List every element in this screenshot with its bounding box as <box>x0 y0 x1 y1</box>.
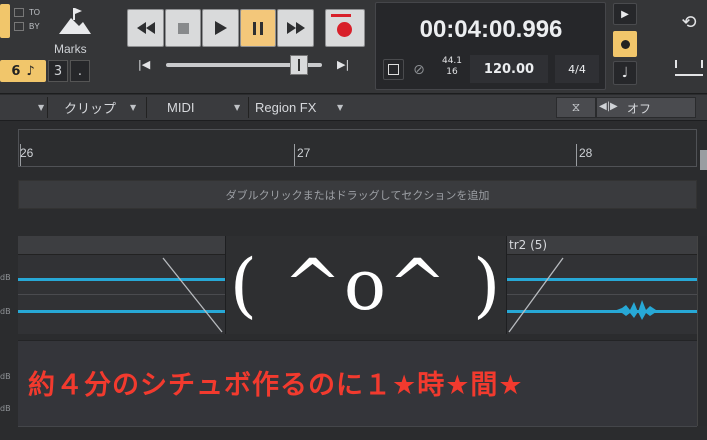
region-fx-label: Region FX <box>255 100 317 115</box>
pause-button[interactable] <box>240 9 276 47</box>
pause-icon <box>253 21 263 35</box>
record-dot-icon <box>620 39 630 49</box>
ruler-tick <box>294 144 295 166</box>
transport-panel: TO BY 6 ♪ 3 . Marks |◀ ▶| 00:04:00.996 ⊘… <box>0 0 707 94</box>
rewind-icon <box>136 22 155 34</box>
tempo-value: 120.00 <box>483 61 535 77</box>
to-label: TO <box>29 8 40 17</box>
clip-header-left[interactable] <box>18 236 225 255</box>
metronome-icon: ♩ <box>621 65 629 81</box>
eighth-note-icon: ♪ <box>26 63 35 79</box>
emoticon-text: ( ^o^ ) <box>229 244 503 326</box>
emoticon-overlay: ( ^o^ ) <box>225 236 507 334</box>
meter-value: 4/4 <box>568 62 586 76</box>
position-slider-thumb[interactable] <box>290 55 308 75</box>
rewind-button[interactable] <box>127 9 164 47</box>
sample-rate: 44.1 <box>441 56 463 66</box>
fade-out-line[interactable] <box>158 256 228 334</box>
track-view-toolbar: ▼ クリップ ▼ MIDI ▼ Region FX ▼ ⧖ ◀|▶ オフ <box>0 95 707 121</box>
tempo-field[interactable]: 120.00 <box>470 55 548 83</box>
section-hint: ダブルクリックまたはドラッグしてセクションを追加 <box>225 188 490 202</box>
ruler-label-28: 28 <box>579 146 593 160</box>
audio-format: 44.1 16 <box>438 56 466 82</box>
clip-menu[interactable]: クリップ ▼ <box>47 97 143 118</box>
bit-depth: 16 <box>446 67 458 77</box>
fade-in-line[interactable] <box>507 256 567 334</box>
by-checkbox[interactable] <box>14 22 24 31</box>
record-icon <box>331 14 359 42</box>
marks-label: Marks <box>54 42 87 56</box>
clip-name: tr2 (5) <box>509 238 548 252</box>
by-label: BY <box>29 22 40 31</box>
split-arrows-icon: ◀|▶ <box>599 101 618 112</box>
snap-icon[interactable]: ⧖ <box>556 97 596 118</box>
ruler-label-26: 26 <box>20 146 34 160</box>
caption-text: 約４分のシチュボ作るのに１★時★間★ <box>28 369 524 401</box>
stop-icon <box>177 22 189 34</box>
chevron-down-icon: ▼ <box>130 103 137 112</box>
chevron-down-icon[interactable]: ▼ <box>38 103 44 112</box>
play-small-icon: ▶ <box>621 8 629 20</box>
chevron-down-icon: ▼ <box>337 103 344 112</box>
caption-overlay: 約４分のシチュボ作るのに１★時★間★ <box>28 358 688 406</box>
sync-off-icon[interactable]: ⊘ <box>407 59 431 80</box>
db-label: dB <box>0 404 11 413</box>
cpu-meter-icon[interactable] <box>383 59 404 80</box>
to-checkbox[interactable] <box>14 8 24 17</box>
metronome-button[interactable]: ♩ <box>613 61 637 85</box>
midi-menu-label: MIDI <box>167 100 195 115</box>
db-label: dB <box>0 307 11 316</box>
db-label: dB <box>0 372 11 381</box>
ruler-label-27: 27 <box>297 146 311 160</box>
record-button[interactable] <box>325 9 365 47</box>
time-display[interactable]: 00:04:00.996 <box>378 12 604 48</box>
fast-forward-button[interactable] <box>277 9 314 47</box>
dotted-text: . <box>77 63 83 79</box>
vertical-scrollbar[interactable] <box>697 236 707 426</box>
track-footer <box>18 426 697 440</box>
arranger-section-bar[interactable]: ダブルクリックまたはドラッグしてセクションを追加 <box>18 180 697 209</box>
play-button[interactable] <box>202 9 239 47</box>
small-play-button[interactable]: ▶ <box>613 3 637 25</box>
auto-punch-button[interactable] <box>613 31 637 57</box>
go-to-start-icon[interactable]: |◀ <box>138 58 150 71</box>
db-label: dB <box>0 273 11 282</box>
note-value-text: 6 <box>11 63 21 79</box>
waveform-burst <box>614 300 664 320</box>
time-ruler[interactable] <box>18 129 697 167</box>
dotted-toggle[interactable]: . <box>70 60 90 82</box>
meter-field[interactable]: 4/4 <box>555 55 599 83</box>
loop-marker-toggle[interactable] <box>0 4 10 38</box>
beat-division-field[interactable]: 3 <box>48 60 68 82</box>
note-value-button[interactable]: 6 ♪ <box>0 60 46 82</box>
play-icon <box>214 21 227 35</box>
punch-range-icon[interactable] <box>675 52 703 76</box>
snap-mode-value: オフ <box>627 102 652 116</box>
ruler-tick <box>576 144 577 166</box>
loop-icon[interactable]: ⟲ <box>675 10 703 34</box>
clip-menu-label: クリップ <box>64 101 117 116</box>
fast-forward-icon <box>286 22 305 34</box>
chevron-down-icon: ▼ <box>234 103 241 112</box>
scroll-handle[interactable] <box>700 150 707 170</box>
midi-menu[interactable]: MIDI ▼ <box>146 97 246 118</box>
region-fx-menu[interactable]: Region FX ▼ <box>248 97 352 118</box>
snap-mode-select[interactable]: ◀|▶ オフ <box>596 97 696 118</box>
beat-division-text: 3 <box>53 63 63 79</box>
clip-header-right[interactable]: tr2 (5) <box>507 236 697 255</box>
go-to-end-icon[interactable]: ▶| <box>337 58 349 71</box>
stop-button[interactable] <box>165 9 201 47</box>
marks-icon[interactable] <box>55 6 93 36</box>
